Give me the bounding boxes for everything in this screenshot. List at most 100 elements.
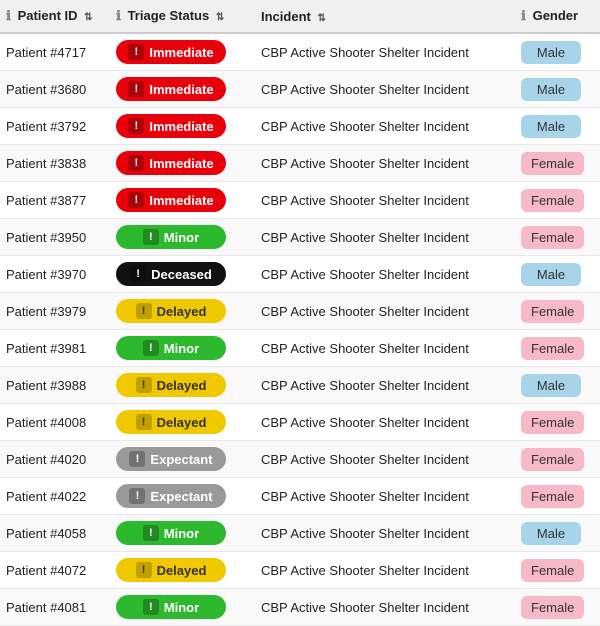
incident-value: CBP Active Shooter Shelter Incident bbox=[261, 267, 469, 282]
triage-cell: Immediate bbox=[110, 145, 255, 182]
triage-badge-label: Immediate bbox=[149, 156, 213, 171]
incident-cell: CBP Active Shooter Shelter Incident bbox=[255, 404, 515, 441]
incident-value: CBP Active Shooter Shelter Incident bbox=[261, 193, 469, 208]
patient-id-value: Patient #3970 bbox=[6, 267, 86, 282]
sort-icon-patient[interactable]: ⇅ bbox=[84, 12, 92, 23]
table-row[interactable]: Patient #3970 Deceased CBP Active Shooter … bbox=[0, 256, 600, 293]
gender-cell: Male bbox=[515, 367, 600, 404]
triage-cell: Minor bbox=[110, 515, 255, 552]
table-row[interactable]: Patient #3988Delayed CBP Active Shooter S… bbox=[0, 367, 600, 404]
patient-id-cell: Patient #3950 bbox=[0, 219, 110, 256]
incident-cell: CBP Active Shooter Shelter Incident bbox=[255, 293, 515, 330]
triage-badge-label: Immediate bbox=[149, 45, 213, 60]
triage-badge-icon bbox=[128, 155, 144, 171]
incident-cell: CBP Active Shooter Shelter Incident bbox=[255, 330, 515, 367]
gender-badge: Female bbox=[521, 485, 584, 508]
table-row[interactable]: Patient #4022ExpectantCBP Active Shooter… bbox=[0, 478, 600, 515]
incident-cell: CBP Active Shooter Shelter Incident bbox=[255, 108, 515, 145]
patient-id-cell: Patient #3979 bbox=[0, 293, 110, 330]
triage-cell: Delayed bbox=[110, 552, 255, 589]
patient-id-cell: Patient #4072 bbox=[0, 552, 110, 589]
incident-cell: CBP Active Shooter Shelter Incident bbox=[255, 552, 515, 589]
incident-cell: CBP Active Shooter Shelter Incident bbox=[255, 367, 515, 404]
patient-id-value: Patient #3877 bbox=[6, 193, 86, 208]
triage-badge-label: Delayed bbox=[157, 304, 207, 319]
table-row[interactable]: Patient #3838 Immediate CBP Active Shooter… bbox=[0, 145, 600, 182]
patient-id-value: Patient #3950 bbox=[6, 230, 86, 245]
triage-badge: Immediate bbox=[116, 40, 226, 64]
header-triage-status[interactable]: ℹ Triage Status ⇅ bbox=[110, 0, 255, 33]
triage-badge: Expectant bbox=[116, 447, 226, 471]
triage-badge-label: Delayed bbox=[157, 415, 207, 430]
gender-cell: Female bbox=[515, 145, 600, 182]
gender-cell: Male bbox=[515, 71, 600, 108]
incident-value: CBP Active Shooter Shelter Incident bbox=[261, 341, 469, 356]
table-row[interactable]: Patient #4717 Immediate CBP Active Shooter… bbox=[0, 33, 600, 71]
incident-value: CBP Active Shooter Shelter Incident bbox=[261, 563, 469, 578]
triage-badge-label: Minor bbox=[164, 230, 199, 245]
table-row[interactable]: Patient #4058 Minor CBP Active Shooter She… bbox=[0, 515, 600, 552]
patient-id-value: Patient #3838 bbox=[6, 156, 86, 171]
triage-badge-label: Immediate bbox=[149, 193, 213, 208]
triage-badge: Delayed bbox=[116, 373, 226, 397]
patient-id-cell: Patient #3988 bbox=[0, 367, 110, 404]
gender-badge: Female bbox=[521, 189, 584, 212]
triage-badge: Expectant bbox=[116, 484, 226, 508]
incident-cell: CBP Active Shooter Shelter Incident bbox=[255, 71, 515, 108]
header-gender[interactable]: ℹ Gender bbox=[515, 0, 600, 33]
sort-icon-incident[interactable]: ⇅ bbox=[317, 13, 325, 24]
table-row[interactable]: Patient #4072Delayed CBP Active Shooter S… bbox=[0, 552, 600, 589]
triage-cell: Immediate bbox=[110, 71, 255, 108]
incident-value: CBP Active Shooter Shelter Incident bbox=[261, 526, 469, 541]
incident-cell: CBP Active Shooter Shelter Incident bbox=[255, 145, 515, 182]
incident-cell: CBP Active Shooter Shelter Incident bbox=[255, 515, 515, 552]
triage-badge: Minor bbox=[116, 336, 226, 360]
table-row[interactable]: Patient #3950MinorCBP Active Shooter She… bbox=[0, 219, 600, 256]
patient-id-value: Patient #4081 bbox=[6, 600, 86, 615]
triage-cell: Immediate bbox=[110, 182, 255, 219]
gender-badge: Male bbox=[521, 41, 581, 64]
table-row[interactable]: Patient #4081MinorCBP Active Shooter She… bbox=[0, 589, 600, 626]
table-row[interactable]: Patient #4008DelayedCBP Active Shooter S… bbox=[0, 404, 600, 441]
patient-id-value: Patient #3792 bbox=[6, 119, 86, 134]
gender-badge: Female bbox=[521, 596, 584, 619]
header-patient-id[interactable]: ℹ Patient ID ⇅ bbox=[0, 0, 110, 33]
patient-id-cell: Patient #4717 bbox=[0, 33, 110, 71]
gender-badge: Female bbox=[521, 300, 584, 323]
triage-badge-icon bbox=[130, 266, 146, 282]
gender-cell: Male bbox=[515, 33, 600, 71]
incident-value: CBP Active Shooter Shelter Incident bbox=[261, 82, 469, 97]
triage-badge-label: Deceased bbox=[151, 267, 212, 282]
table-row[interactable]: Patient #3792ImmediateCBP Active Shooter… bbox=[0, 108, 600, 145]
gender-badge: Male bbox=[521, 115, 581, 138]
triage-cell: Expectant bbox=[110, 478, 255, 515]
table-row[interactable]: Patient #4020ExpectantCBP Active Shooter… bbox=[0, 441, 600, 478]
incident-value: CBP Active Shooter Shelter Incident bbox=[261, 156, 469, 171]
info-icon: ℹ bbox=[6, 8, 11, 23]
triage-cell: Delayed bbox=[110, 367, 255, 404]
triage-cell: Immediate bbox=[110, 33, 255, 71]
triage-cell: Expectant bbox=[110, 441, 255, 478]
triage-badge: Delayed bbox=[116, 299, 226, 323]
patient-id-cell: Patient #4022 bbox=[0, 478, 110, 515]
table-header-row: ℹ Patient ID ⇅ ℹ Triage Status ⇅ Inciden… bbox=[0, 0, 600, 33]
sort-icon-triage[interactable]: ⇅ bbox=[216, 12, 224, 23]
triage-badge-label: Minor bbox=[164, 341, 199, 356]
gender-cell: Male bbox=[515, 515, 600, 552]
incident-value: CBP Active Shooter Shelter Incident bbox=[261, 45, 469, 60]
patient-id-value: Patient #3680 bbox=[6, 82, 86, 97]
triage-badge-label: Minor bbox=[164, 526, 199, 541]
table-row[interactable]: Patient #3979 Delayed CBP Active Shooter S… bbox=[0, 293, 600, 330]
patient-id-value: Patient #4020 bbox=[6, 452, 86, 467]
triage-badge-icon bbox=[136, 562, 152, 578]
patient-id-cell: Patient #3680 bbox=[0, 71, 110, 108]
gender-badge: Male bbox=[521, 522, 581, 545]
header-incident[interactable]: Incident ⇅ bbox=[255, 0, 515, 33]
table-row[interactable]: Patient #3981MinorCBP Active Shooter She… bbox=[0, 330, 600, 367]
triage-badge-icon bbox=[128, 192, 144, 208]
incident-value: CBP Active Shooter Shelter Incident bbox=[261, 378, 469, 393]
table-row[interactable]: Patient #3877 Immediate CBP Active Shooter… bbox=[0, 182, 600, 219]
table-row[interactable]: Patient #3680 Immediate CBP Active Shooter… bbox=[0, 71, 600, 108]
patient-id-cell: Patient #4058 bbox=[0, 515, 110, 552]
triage-badge-icon bbox=[129, 451, 145, 467]
